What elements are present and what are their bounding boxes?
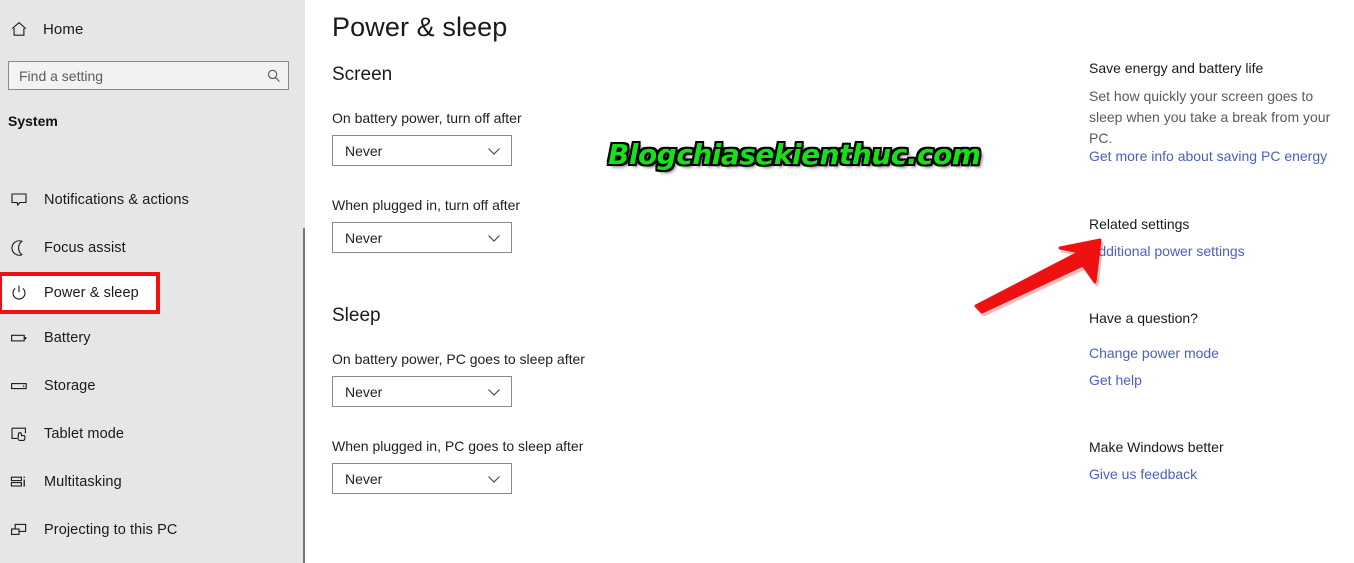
- sidebar-nav-list: Notifications & actions Focus assist Pow…: [0, 176, 305, 554]
- sidebar-item-tablet-mode[interactable]: Tablet mode: [0, 410, 305, 458]
- sidebar-item-label: Multitasking: [44, 474, 122, 490]
- dropdown-value: Never: [345, 142, 383, 159]
- multitasking-icon: [10, 473, 38, 491]
- sidebar: Home System Notifications & actions: [0, 0, 307, 563]
- notification-bubble-icon: [10, 191, 38, 209]
- link-give-us-feedback[interactable]: Give us feedback: [1089, 466, 1197, 482]
- link-additional-power-settings[interactable]: Additional power settings: [1089, 243, 1245, 259]
- sidebar-item-home[interactable]: Home: [0, 14, 290, 44]
- dropdown-screen-plugged-in[interactable]: Never: [332, 222, 512, 253]
- sidebar-item-notifications-actions[interactable]: Notifications & actions: [0, 176, 305, 224]
- projecting-icon: [10, 521, 38, 539]
- search-icon[interactable]: [260, 68, 288, 84]
- sidebar-item-label: Storage: [44, 378, 96, 394]
- sidebar-item-power-sleep[interactable]: Power & sleep: [0, 272, 160, 314]
- dropdown-sleep-on-battery[interactable]: Never: [332, 376, 512, 407]
- moon-icon: [10, 239, 38, 257]
- page-title: Power & sleep: [332, 12, 508, 42]
- sidebar-item-storage[interactable]: Storage: [0, 362, 305, 410]
- group-title-screen: Screen: [332, 64, 393, 85]
- group-title-sleep: Sleep: [332, 305, 381, 326]
- field-label-sleep-plugged: When plugged in, PC goes to sleep after: [332, 438, 584, 454]
- sidebar-item-label: Power & sleep: [44, 285, 139, 301]
- right-info-panel: Save energy and battery life Set how qui…: [1089, 0, 1354, 563]
- sidebar-section-header: System: [8, 113, 58, 129]
- search-input[interactable]: [9, 67, 260, 84]
- search-box[interactable]: [8, 61, 289, 90]
- power-icon: [10, 284, 38, 302]
- sidebar-item-label: Focus assist: [44, 240, 126, 256]
- sidebar-item-projecting-to-this-pc[interactable]: Projecting to this PC: [0, 506, 305, 554]
- dropdown-value: Never: [345, 383, 383, 400]
- dropdown-value: Never: [345, 229, 383, 246]
- right-panel-heading-related-settings: Related settings: [1089, 216, 1190, 232]
- home-icon: [10, 20, 38, 38]
- field-label-screen-battery: On battery power, turn off after: [332, 110, 522, 126]
- dropdown-value: Never: [345, 470, 383, 487]
- right-panel-heading-have-a-question: Have a question?: [1089, 310, 1198, 326]
- dropdown-screen-on-battery[interactable]: Never: [332, 135, 512, 166]
- sidebar-item-battery[interactable]: Battery: [0, 314, 305, 362]
- sidebar-item-label: Notifications & actions: [44, 192, 189, 208]
- dropdown-sleep-plugged-in[interactable]: Never: [332, 463, 512, 494]
- sidebar-item-label: Battery: [44, 330, 91, 346]
- chevron-down-icon: [487, 146, 501, 156]
- tablet-touch-icon: [10, 425, 38, 443]
- right-panel-heading-save-energy: Save energy and battery life: [1089, 60, 1264, 76]
- chevron-down-icon: [487, 387, 501, 397]
- chevron-down-icon: [487, 474, 501, 484]
- sidebar-item-label: Projecting to this PC: [44, 522, 178, 538]
- sidebar-item-focus-assist[interactable]: Focus assist: [0, 224, 305, 272]
- link-get-more-info-saving-pc-energy[interactable]: Get more info about saving PC energy: [1089, 148, 1327, 164]
- link-change-power-mode[interactable]: Change power mode: [1089, 345, 1219, 361]
- chevron-down-icon: [487, 233, 501, 243]
- field-label-screen-plugged: When plugged in, turn off after: [332, 197, 521, 213]
- sidebar-item-multitasking[interactable]: Multitasking: [0, 458, 305, 506]
- right-panel-heading-make-windows-better: Make Windows better: [1089, 439, 1224, 455]
- settings-window: Home System Notifications & actions: [0, 0, 1354, 563]
- sidebar-item-label: Tablet mode: [44, 426, 125, 442]
- right-panel-body-save-energy: Set how quickly your screen goes to slee…: [1089, 88, 1331, 146]
- sidebar-home-label: Home: [43, 20, 84, 38]
- battery-icon: [10, 329, 38, 347]
- storage-drive-icon: [10, 377, 38, 395]
- field-label-sleep-battery: On battery power, PC goes to sleep after: [332, 351, 585, 367]
- link-get-help[interactable]: Get help: [1089, 372, 1142, 388]
